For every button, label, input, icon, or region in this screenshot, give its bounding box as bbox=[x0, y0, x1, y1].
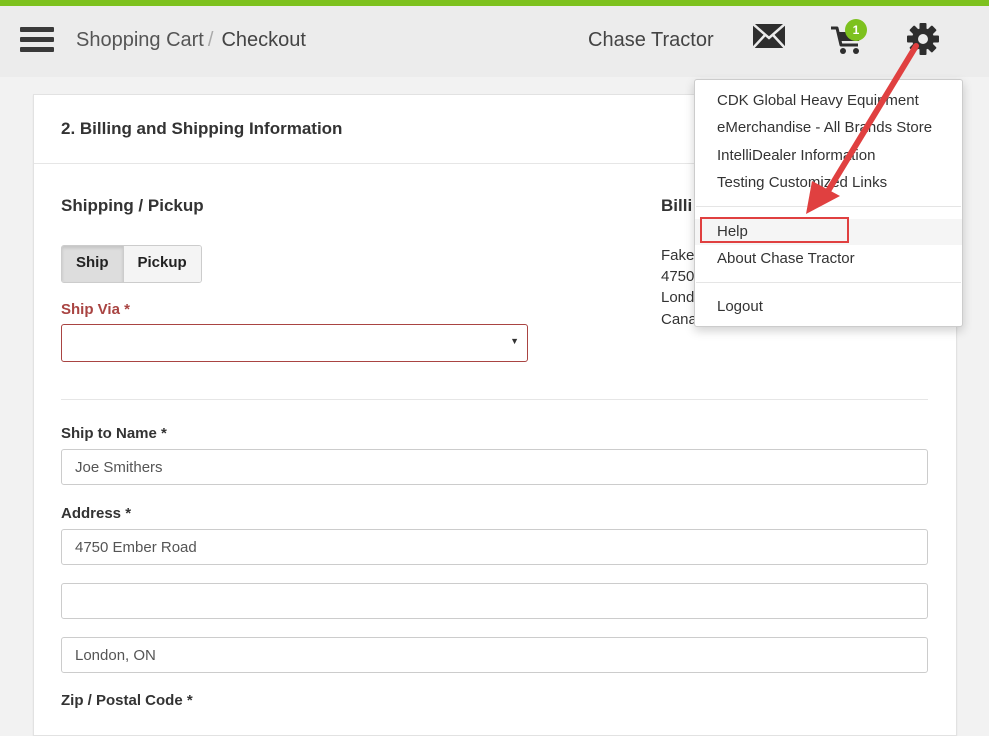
gear-icon[interactable] bbox=[906, 22, 940, 56]
address-label: Address * bbox=[61, 505, 132, 522]
ship-via-label: Ship Via * bbox=[61, 301, 130, 318]
help-highlight-box bbox=[700, 217, 849, 243]
settings-dropdown-menu: CDK Global Heavy Equipment eMerchandise … bbox=[694, 79, 963, 327]
breadcrumb-checkout: Checkout bbox=[221, 29, 306, 51]
form-divider bbox=[61, 399, 928, 400]
cart-count-badge: 1 bbox=[845, 19, 867, 41]
envelope-icon[interactable] bbox=[752, 22, 786, 50]
billing-title: Billi bbox=[661, 196, 693, 215]
menu-divider bbox=[696, 282, 961, 283]
billing-line-2: 4750 bbox=[661, 268, 695, 285]
pickup-toggle-button[interactable]: Pickup bbox=[123, 246, 201, 282]
menu-divider bbox=[696, 206, 961, 207]
ship-toggle-button[interactable]: Ship bbox=[62, 246, 124, 282]
billing-line-4: Cana bbox=[661, 311, 697, 328]
billing-line-1: Fake bbox=[661, 247, 695, 264]
ship-via-select[interactable]: ▼ bbox=[61, 324, 528, 362]
menu-item-emerchandise[interactable]: eMerchandise - All Brands Store bbox=[695, 115, 962, 141]
menu-item-cdk-global[interactable]: CDK Global Heavy Equipment bbox=[695, 88, 962, 114]
ship-to-name-input[interactable]: Joe Smithers bbox=[61, 449, 928, 485]
store-name[interactable]: Chase Tractor bbox=[588, 29, 714, 52]
select-caret-icon: ▼ bbox=[510, 336, 519, 346]
menu-item-intellidealer[interactable]: IntelliDealer Information bbox=[695, 143, 962, 169]
menu-item-testing-links[interactable]: Testing Customized Links bbox=[695, 170, 962, 196]
breadcrumb-shopping-cart[interactable]: Shopping Cart bbox=[76, 29, 204, 51]
ship-to-name-label: Ship to Name * bbox=[61, 425, 167, 442]
zip-label: Zip / Postal Code * bbox=[61, 692, 193, 709]
address-line3-input[interactable]: London, ON bbox=[61, 637, 928, 673]
hamburger-menu-icon[interactable] bbox=[20, 27, 54, 55]
ship-pickup-toggle: Ship Pickup bbox=[61, 245, 202, 283]
billing-line-3: Lond bbox=[661, 289, 695, 306]
menu-item-about[interactable]: About Chase Tractor bbox=[695, 246, 962, 272]
menu-item-logout[interactable]: Logout bbox=[695, 294, 962, 320]
address-line2-input[interactable] bbox=[61, 583, 928, 619]
section-title: 2. Billing and Shipping Information bbox=[61, 119, 343, 138]
shipping-pickup-title: Shipping / Pickup bbox=[61, 196, 204, 215]
address-line1-input[interactable]: 4750 Ember Road bbox=[61, 529, 928, 565]
breadcrumb-separator: / bbox=[207, 29, 214, 51]
breadcrumb: Shopping Cart / Checkout bbox=[76, 29, 306, 52]
